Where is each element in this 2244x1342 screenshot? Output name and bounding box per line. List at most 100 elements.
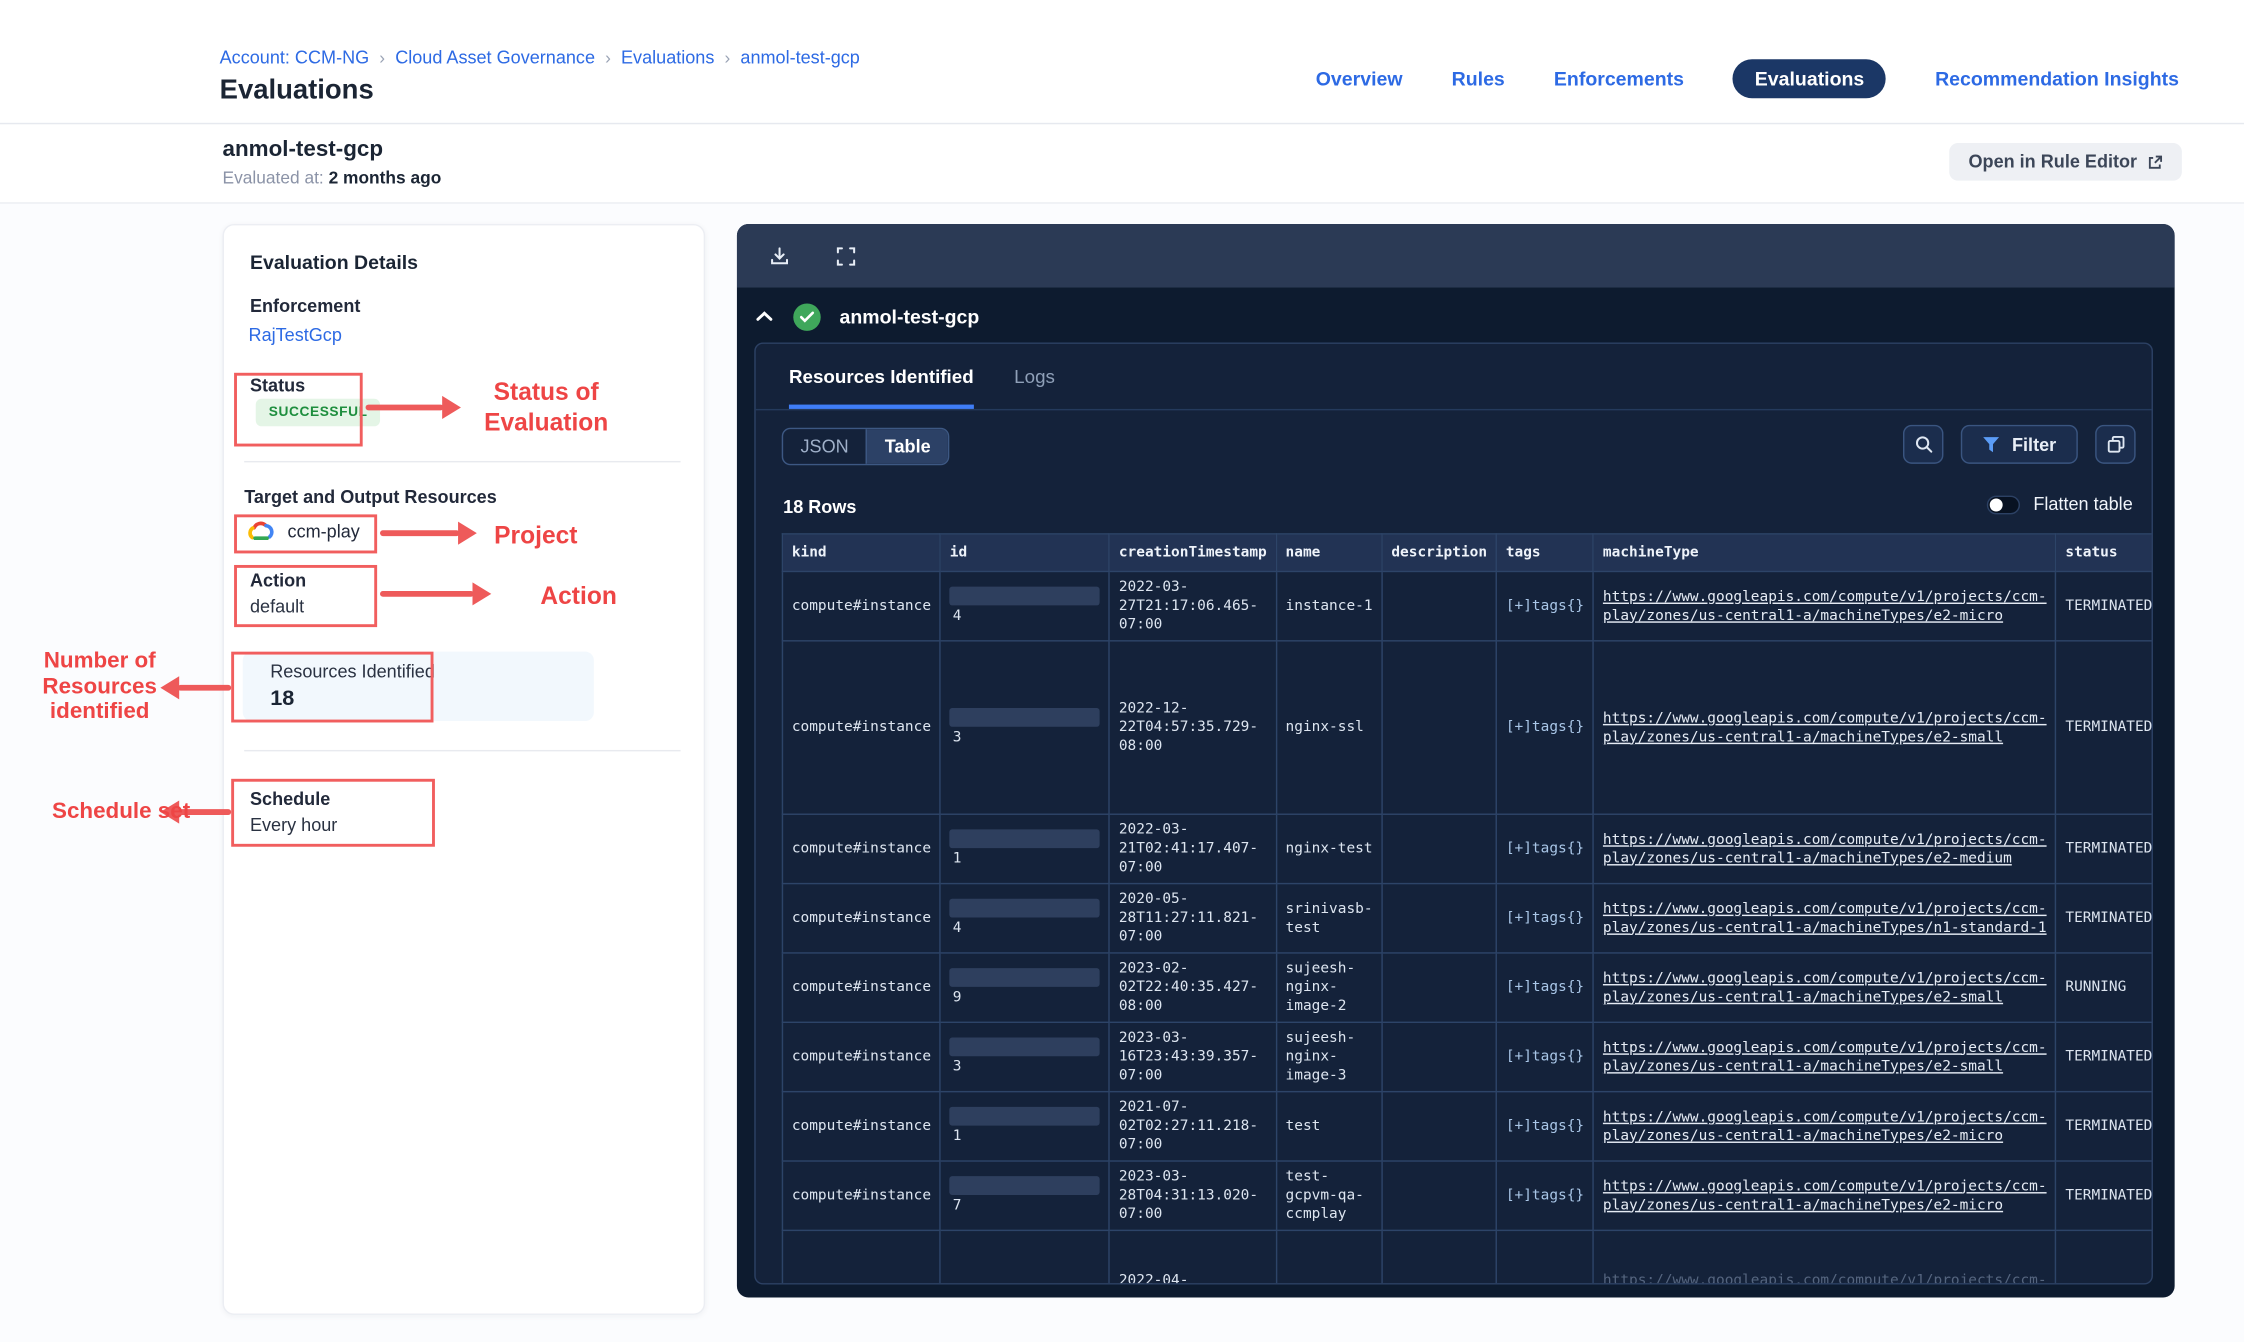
evaluated-at: Evaluated at: 2 months ago (223, 168, 442, 188)
machine-type-link[interactable]: https://www.googleapis.com/compute/v1/pr… (1603, 710, 2047, 745)
tags-expander[interactable]: [+]tags{} (1506, 910, 1584, 926)
tags-expander[interactable]: [+]tags{} (1506, 841, 1584, 857)
tags-expander[interactable]: [+]tags{} (1506, 980, 1584, 996)
machine-type-link[interactable]: https://www.googleapis.com/compute/v1/pr… (1603, 970, 2047, 1005)
breadcrumb-link-anmol-test-gcp[interactable]: anmol-test-gcp (740, 48, 859, 68)
filter-button[interactable]: Filter (1961, 425, 2077, 464)
breadcrumb-link-account-ccm-ng[interactable]: Account: CCM-NG (220, 48, 370, 68)
cell-id: 7 (940, 1161, 1109, 1230)
view-toggle-table[interactable]: Table (866, 429, 948, 464)
cell-description (1382, 641, 1496, 814)
flatten-toggle[interactable] (1987, 495, 2020, 514)
tab-logs[interactable]: Logs (1014, 366, 1055, 409)
evaluation-name: anmol-test-gcp (223, 137, 384, 163)
tab-resources-identified[interactable]: Resources Identified (789, 366, 974, 409)
table-row: compute#instance12021-07-02T02:27:11.218… (782, 1092, 2153, 1161)
cell-kind: compute#instance (782, 814, 940, 883)
search-icon (1914, 435, 1933, 454)
breadcrumb: Account: CCM-NG › Cloud Asset Governance › E… (220, 48, 860, 68)
copy-button[interactable] (2095, 425, 2135, 464)
breadcrumb-separator: › (379, 48, 385, 68)
cell-status: TERMINATED (2056, 814, 2153, 883)
nav-overview[interactable]: Overview (1316, 68, 1403, 90)
resources-card: Resources Identified Logs JSON Table Fi (754, 342, 2153, 1284)
chevron-up-icon[interactable] (754, 301, 774, 333)
machine-type-link[interactable]: https://www.googleapis.com/compute/v1/pr… (1603, 1273, 2047, 1285)
cell-creationtimestamp: 2022-12-22T04:57:35.729-08:00 (1109, 641, 1276, 814)
breadcrumb-link-cloud-asset-governance[interactable]: Cloud Asset Governance (395, 48, 595, 68)
cell-creationtimestamp: 2020-05-28T11:27:11.821-07:00 (1109, 884, 1276, 953)
tags-expander[interactable]: [+]tags{} (1506, 1049, 1584, 1065)
annotation-project-text: Project (494, 520, 577, 550)
toggle-knob (1990, 498, 2003, 511)
breadcrumb-separator: › (605, 48, 611, 68)
cell-kind: compute#instance (782, 1161, 940, 1230)
machine-type-link[interactable]: https://www.googleapis.com/compute/v1/pr… (1603, 901, 2047, 936)
nav-enforcements[interactable]: Enforcements (1554, 68, 1684, 90)
cell-machinetype: https://www.googleapis.com/compute/v1/pr… (1594, 1161, 2056, 1230)
tags-expander[interactable]: [+]tags{} (1506, 1188, 1584, 1204)
enforcement-link[interactable]: RajTestGcp (249, 325, 342, 345)
machine-type-link[interactable]: https://www.googleapis.com/compute/v1/pr… (1603, 1109, 2047, 1144)
tags-expander[interactable]: [+]tags{} (1506, 1118, 1584, 1134)
annotation-arrowhead-resources (160, 676, 179, 699)
cell-id: 1 (940, 814, 1109, 883)
tags-expander[interactable]: [+]tags{} (1506, 598, 1584, 614)
open-in-rule-editor-button[interactable]: Open in Rule Editor (1950, 143, 2182, 181)
nav-evaluations[interactable]: Evaluations (1733, 59, 1886, 98)
cell-status: TERMINATED (2056, 884, 2153, 953)
filter-label: Filter (2012, 434, 2056, 454)
breadcrumb-separator: › (725, 48, 731, 68)
cell-tags: [+]tags{} (1496, 1161, 1593, 1230)
breadcrumb-link-evaluations[interactable]: Evaluations (621, 48, 714, 68)
cell-status: TERMINATED (2056, 571, 2153, 640)
cell-machinetype: https://www.googleapis.com/compute/v1/pr… (1594, 571, 2056, 640)
copy-icon (2106, 435, 2125, 454)
cell-status: TERMINATED (2056, 1092, 2153, 1161)
cell-tags (1496, 1230, 1593, 1284)
tabs-row: Resources Identified Logs (756, 344, 2152, 410)
cell-status: TERMINATED (2056, 641, 2153, 814)
divider (244, 750, 680, 751)
cell-kind (782, 1230, 940, 1284)
machine-type-link[interactable]: https://www.googleapis.com/compute/v1/pr… (1603, 832, 2047, 867)
header-divider (0, 123, 2244, 124)
machine-type-link[interactable]: https://www.googleapis.com/compute/v1/pr… (1603, 1040, 2047, 1075)
cell-machinetype: https://www.googleapis.com/compute/v1/pr… (1594, 641, 2056, 814)
view-toggle-json[interactable]: JSON (783, 429, 866, 464)
machine-type-link[interactable]: https://www.googleapis.com/compute/v1/pr… (1603, 1178, 2047, 1213)
redacted-id (950, 708, 1100, 727)
page: Account: CCM-NG › Cloud Asset Governance › E… (0, 0, 2244, 1342)
table-row: compute#instance42020-05-28T11:27:11.821… (782, 884, 2153, 953)
enforcement-label: Enforcement (250, 296, 360, 316)
result-header-row: anmol-test-gcp (754, 296, 979, 336)
cell-machinetype: https://www.googleapis.com/compute/v1/pr… (1594, 1230, 2056, 1284)
tags-expander[interactable]: [+]tags{} (1506, 720, 1584, 736)
download-icon[interactable] (763, 240, 795, 272)
cell-status (2056, 1230, 2153, 1284)
cell-creationtimestamp: 2023-02-02T22:40:35.427-08:00 (1109, 953, 1276, 1022)
search-button[interactable] (1904, 425, 1944, 464)
cell-name: instance-1 (1276, 571, 1382, 640)
machine-type-link[interactable]: https://www.googleapis.com/compute/v1/pr… (1603, 589, 2047, 624)
cell-tags: [+]tags{} (1496, 814, 1593, 883)
details-title: Evaluation Details (250, 251, 418, 273)
evaluation-results-panel: anmol-test-gcp Resources Identified Logs… (737, 224, 2175, 1298)
fullscreen-icon[interactable] (829, 240, 861, 272)
view-toggle: JSON Table (782, 428, 950, 466)
cell-tags: [+]tags{} (1496, 1092, 1593, 1161)
action-label: Action (250, 571, 306, 591)
cell-tags: [+]tags{} (1496, 953, 1593, 1022)
cell-id: 9 (940, 953, 1109, 1022)
table-row: compute#instance12022-03-21T02:41:17.407… (782, 814, 2153, 883)
cell-kind: compute#instance (782, 641, 940, 814)
resources-identified-label: Resources Identified (270, 662, 435, 682)
cell-machinetype: https://www.googleapis.com/compute/v1/pr… (1594, 1092, 2056, 1161)
rows-count: 18 Rows (783, 497, 856, 517)
cell-description (1382, 814, 1496, 883)
cell-kind: compute#instance (782, 884, 940, 953)
nav-rules[interactable]: Rules (1452, 68, 1505, 90)
cell-tags: [+]tags{} (1496, 884, 1593, 953)
cell-description (1382, 1230, 1496, 1284)
nav-recommendation-insights[interactable]: Recommendation Insights (1935, 68, 2179, 90)
